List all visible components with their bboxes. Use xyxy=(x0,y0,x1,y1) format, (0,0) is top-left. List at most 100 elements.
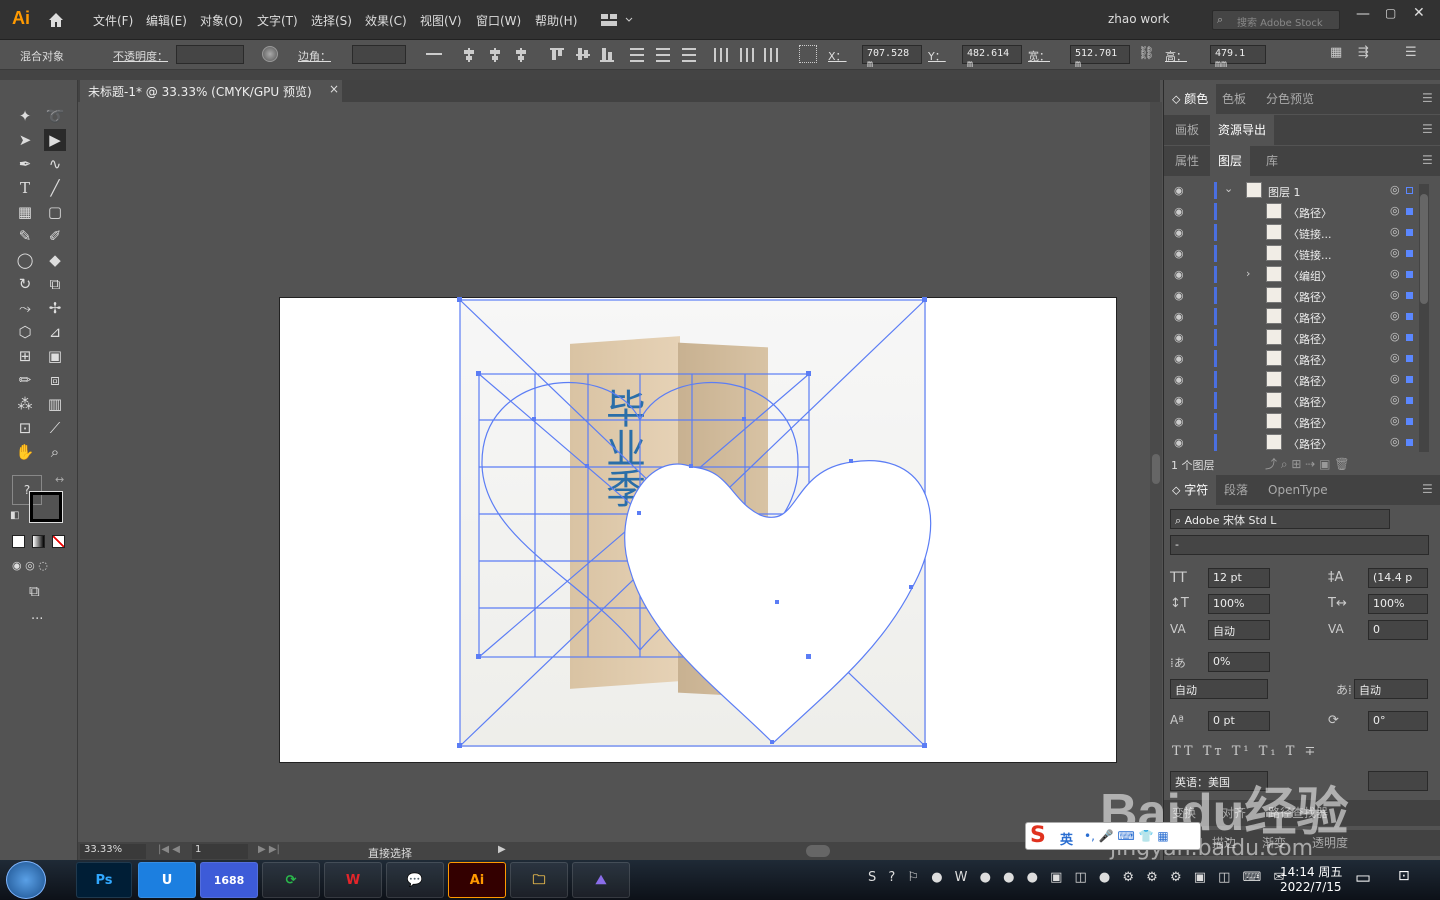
none-mode-icon[interactable] xyxy=(52,535,65,548)
selection-indicator[interactable] xyxy=(1406,376,1413,383)
zoom-field[interactable]: 33.33% xyxy=(80,844,146,859)
target-circle-icon[interactable]: ◎ xyxy=(1390,309,1400,322)
corner-label[interactable]: 边角： xyxy=(298,48,331,64)
color-mode-icon[interactable] xyxy=(12,535,25,548)
mesh-tool-icon[interactable]: ⊞ xyxy=(14,345,36,367)
ellipse-tool-icon[interactable]: ◯ xyxy=(14,249,36,271)
font-style-field[interactable]: - xyxy=(1170,535,1429,555)
antialias-field[interactable] xyxy=(1368,771,1428,791)
lasso-tool-icon[interactable]: ➰ xyxy=(44,105,66,127)
vertical-scroll-thumb[interactable] xyxy=(1152,454,1160,484)
panel-menu-icon[interactable]: ☰ xyxy=(1422,122,1433,136)
vertical-scale-field[interactable]: 100% xyxy=(1208,594,1270,614)
stroke-swatch[interactable] xyxy=(29,491,63,523)
visibility-eye-icon[interactable]: ◉ xyxy=(1174,394,1188,407)
opacity-label[interactable]: 不透明度： xyxy=(113,48,168,64)
layer-row[interactable]: ◉ 〈路径〉 ◎ xyxy=(1170,306,1418,327)
gradient-tool-icon[interactable]: ▣ xyxy=(44,345,66,367)
font-size-field[interactable]: 12 pt xyxy=(1208,568,1270,588)
baseline-shift-field[interactable]: 0 pt xyxy=(1208,711,1270,731)
layer-row[interactable]: ◉ 〈路径〉 ◎ xyxy=(1170,201,1418,222)
target-circle-icon[interactable]: ◎ xyxy=(1390,393,1400,406)
leading-field[interactable]: (14.4 p xyxy=(1368,568,1428,588)
constrain-proportions-icon[interactable]: ⛓ xyxy=(1138,46,1155,61)
more-tools-icon[interactable]: ··· xyxy=(31,612,43,627)
target-circle-icon[interactable]: ◎ xyxy=(1390,414,1400,427)
notification-icon[interactable]: ▭ xyxy=(1355,868,1371,888)
swap-fill-stroke-icon[interactable]: ↔ xyxy=(55,473,64,486)
column-graph-tool-icon[interactable]: ▥ xyxy=(44,393,66,415)
kerning-field[interactable]: 自动 xyxy=(1208,620,1270,640)
close-document-icon[interactable]: × xyxy=(329,82,339,96)
shaper-tool-icon[interactable]: ✐ xyxy=(44,225,66,247)
first-artboard-icon[interactable]: |◀ ◀ xyxy=(158,844,180,855)
direct-selection-tool-icon[interactable]: ▶ xyxy=(44,129,66,151)
warp-tool-icon[interactable]: ⤳ xyxy=(14,297,36,319)
rotate-tool-icon[interactable]: ↻ xyxy=(14,273,36,295)
path-selection-overlay[interactable] xyxy=(455,295,945,755)
target-circle-icon[interactable]: ◎ xyxy=(1390,267,1400,280)
y-field[interactable]: 482.614 m xyxy=(962,45,1022,70)
tab-libraries[interactable]: 库 xyxy=(1258,146,1286,176)
menu-view[interactable]: 视图(V) xyxy=(420,12,462,29)
artboard-number-field[interactable]: 1 xyxy=(192,844,248,859)
tracking-field[interactable]: 0 xyxy=(1368,620,1428,640)
taskbar-photos-icon[interactable]: ⛰ xyxy=(572,862,630,898)
target-circle-icon[interactable]: ◎ xyxy=(1390,288,1400,301)
selection-indicator[interactable] xyxy=(1406,292,1413,299)
layers-scroll-thumb[interactable] xyxy=(1420,194,1428,304)
menu-effect[interactable]: 效果(C) xyxy=(365,12,407,29)
layer-actions-icons[interactable]: ⤴ ⌕ ⊞ ⇢ ▣ 🗑 xyxy=(1265,455,1349,472)
selection-indicator[interactable] xyxy=(1406,208,1413,215)
current-tool-status[interactable]: 直接选择 xyxy=(368,845,412,861)
taskbar-wps-icon[interactable]: W xyxy=(324,862,382,898)
taskbar-1688[interactable]: 1688 xyxy=(200,862,258,898)
hand-tool-icon[interactable]: ✋ xyxy=(14,441,36,463)
visibility-eye-icon[interactable]: ◉ xyxy=(1174,310,1188,323)
horizontal-scale-field[interactable]: 100% xyxy=(1368,594,1428,614)
eyedropper-tool-icon[interactable]: ✏ xyxy=(14,369,36,391)
status-menu-arrow[interactable]: ▶ xyxy=(498,844,506,855)
visibility-eye-icon[interactable]: ◉ xyxy=(1174,268,1188,281)
corner-field[interactable] xyxy=(352,45,406,64)
selection-indicator[interactable] xyxy=(1406,313,1413,320)
panel-menu-icon[interactable]: ☰ xyxy=(1422,482,1433,496)
target-circle-icon[interactable]: ◎ xyxy=(1390,372,1400,385)
selection-indicator[interactable] xyxy=(1406,418,1413,425)
symbol-sprayer-tool-icon[interactable]: ⁂ xyxy=(14,393,36,415)
character-rotation-field[interactable]: 0° xyxy=(1368,711,1428,731)
selection-indicator[interactable] xyxy=(1406,229,1413,236)
tab-properties[interactable]: 属性 xyxy=(1167,146,1207,176)
visibility-eye-icon[interactable]: ◉ xyxy=(1174,205,1188,218)
transform-icon[interactable]: ▦ xyxy=(1330,45,1342,60)
selection-indicator[interactable] xyxy=(1406,334,1413,341)
reference-point-icon[interactable] xyxy=(799,45,817,63)
layer-row[interactable]: ◉ 〈路径〉 ◎ xyxy=(1170,348,1418,369)
taskbar-wechat-icon[interactable]: 💬 xyxy=(386,862,444,898)
scale-tool-icon[interactable]: ⧉ xyxy=(44,273,66,295)
height-field[interactable]: 479.1 mm xyxy=(1210,45,1266,70)
menu-select[interactable]: 选择(S) xyxy=(311,12,352,29)
menu-object[interactable]: 对象(O) xyxy=(200,12,243,29)
aki-left-field[interactable]: 自动 xyxy=(1170,679,1268,699)
perspective-grid-tool-icon[interactable]: ⊿ xyxy=(44,321,66,343)
next-artboard-icon[interactable]: ▶ ▶| xyxy=(258,844,280,855)
tab-opentype[interactable]: OpenType xyxy=(1260,475,1336,505)
recolor-icon[interactable] xyxy=(262,46,278,62)
visibility-eye-icon[interactable]: ◉ xyxy=(1174,247,1188,260)
tsume-field[interactable]: 0% xyxy=(1208,652,1270,672)
home-icon[interactable] xyxy=(47,11,65,29)
layer-row[interactable]: ◉ 〈链接... ◎ xyxy=(1170,243,1418,264)
layer-row[interactable]: ◉ 〈路径〉 ◎ xyxy=(1170,369,1418,390)
target-circle-icon[interactable]: ◎ xyxy=(1390,435,1400,448)
layer-row[interactable]: ◉ 〈路径〉 ◎ xyxy=(1170,411,1418,432)
selection-indicator[interactable] xyxy=(1406,271,1413,278)
workspace-switcher[interactable]: zhao work xyxy=(1108,12,1169,26)
draw-mode-icons[interactable]: ◉ ◎ ◌ xyxy=(12,559,48,572)
selection-tool-icon[interactable]: ➤ xyxy=(14,129,36,151)
panel-menu-icon[interactable]: ☰ xyxy=(1422,153,1433,167)
system-tray-icons[interactable]: S ? ⚐ ● W ● ● ● ▣ ◫ ● ⚙ ⚙ ⚙ ▣ ◫ ⌨ ✉ xyxy=(868,870,1288,885)
blend-tool-icon[interactable]: ⧈ xyxy=(44,369,66,391)
tab-paragraph[interactable]: 段落 xyxy=(1216,475,1256,505)
slice-tool-icon[interactable]: ⟋ xyxy=(44,417,66,439)
